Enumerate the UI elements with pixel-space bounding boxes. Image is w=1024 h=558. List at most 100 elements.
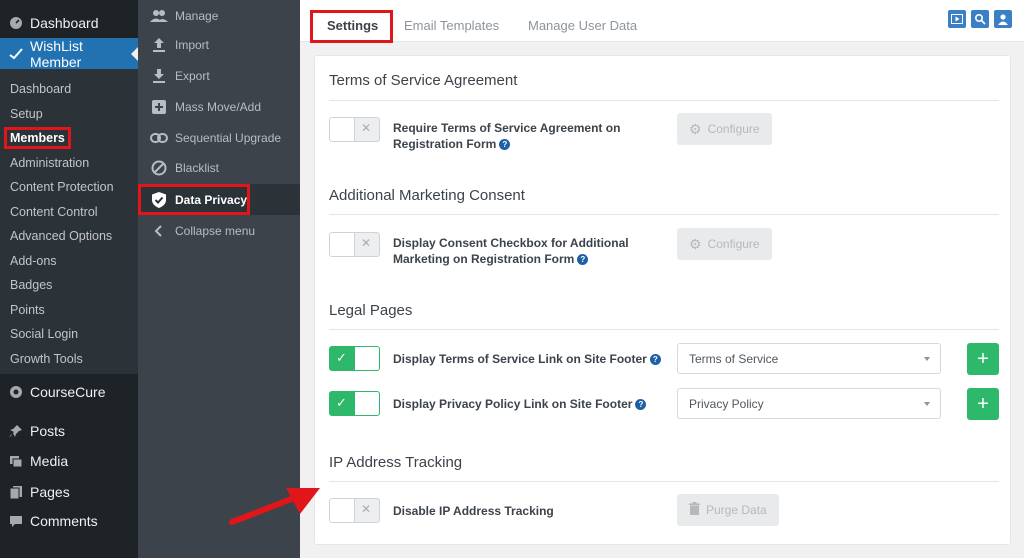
wlm-menu-manage-label: Manage bbox=[175, 8, 219, 23]
submenu-advanced-options[interactable]: Advanced Options bbox=[0, 224, 138, 249]
tos-page-select[interactable]: Terms of Service bbox=[677, 343, 941, 374]
marketing-section-title: Additional Marketing Consent bbox=[329, 187, 525, 204]
privacy-settings-card: Terms of Service Agreement ✕ Require Ter… bbox=[314, 55, 1011, 545]
privacy-page-select[interactable]: Privacy Policy bbox=[677, 388, 941, 419]
wlm-menu-export[interactable]: Export bbox=[138, 60, 300, 91]
wp-menu-pages[interactable]: Pages bbox=[0, 477, 138, 507]
wlm-collapse-menu[interactable]: Collapse menu bbox=[138, 215, 300, 246]
divider bbox=[329, 481, 999, 482]
wp-menu-posts[interactable]: Posts bbox=[0, 416, 138, 446]
wlm-members-menu: Manage Import Export Mass Move/Add Seque… bbox=[138, 0, 300, 558]
check-icon: ✓ bbox=[336, 350, 347, 365]
tos-agreement-label: Require Terms of Service Agreement on Re… bbox=[393, 120, 620, 152]
check-icon: ✓ bbox=[336, 395, 347, 410]
chevron-left-icon bbox=[150, 222, 168, 240]
submenu-setup[interactable]: Setup bbox=[0, 102, 138, 127]
coursecure-icon bbox=[8, 384, 24, 400]
wlm-menu-sequential[interactable]: Sequential Upgrade bbox=[138, 122, 300, 153]
annotation-arrow-icon bbox=[229, 488, 320, 525]
wlm-collapse-menu-label: Collapse menu bbox=[175, 223, 256, 238]
tos-page-select-value: Terms of Service bbox=[689, 352, 779, 366]
wlm-menu-import-label: Import bbox=[175, 37, 210, 52]
wp-menu-wishlist-member[interactable]: WishList Member bbox=[0, 37, 139, 70]
tos-label-line2: Registration Form bbox=[393, 137, 497, 151]
dashboard-icon bbox=[8, 15, 24, 31]
x-icon: ✕ bbox=[360, 121, 371, 135]
wlm-menu-mass-move[interactable]: Mass Move/Add bbox=[138, 91, 300, 122]
tos-label-line1: Require Terms of Service Agreement on bbox=[393, 121, 621, 135]
tab-settings[interactable]: Settings bbox=[327, 18, 378, 33]
tos-footer-toggle[interactable]: ✓ bbox=[329, 346, 380, 371]
tab-manage-user-data[interactable]: Manage User Data bbox=[528, 18, 637, 33]
privacy-footer-toggle[interactable]: ✓ bbox=[329, 391, 380, 416]
help-icon[interactable]: ? bbox=[635, 399, 647, 411]
marketing-consent-toggle[interactable]: ✕ bbox=[329, 232, 380, 257]
privacy-footer-label: Display Privacy Policy Link on Site Foot… bbox=[393, 396, 647, 412]
download-icon bbox=[150, 67, 168, 85]
wlm-menu-sequential-label: Sequential Upgrade bbox=[175, 130, 282, 145]
submenu-content-control[interactable]: Content Control bbox=[0, 200, 138, 225]
chevron-down-icon bbox=[924, 402, 930, 406]
submenu-points[interactable]: Points bbox=[0, 298, 138, 323]
tos-footer-label-text: Display Terms of Service Link on Site Fo… bbox=[393, 352, 647, 366]
wp-menu-dashboard[interactable]: Dashboard bbox=[0, 8, 138, 38]
marketing-consent-label: Display Consent Checkbox for Additional … bbox=[393, 235, 629, 267]
help-icon[interactable]: ? bbox=[649, 354, 661, 366]
wp-menu-wishlist-label: WishList Member bbox=[29, 37, 83, 70]
purge-data-button[interactable]: Purge Data bbox=[677, 494, 779, 526]
header-icons bbox=[948, 10, 1012, 28]
tab-bar: Settings Email Templates Manage User Dat… bbox=[300, 0, 1024, 43]
wp-menu-coursecure[interactable]: CourseCure bbox=[0, 377, 138, 407]
submenu-content-protection[interactable]: Content Protection bbox=[0, 175, 138, 200]
submenu-dashboard[interactable]: Dashboard bbox=[0, 77, 138, 102]
gear-icon: ⚙ bbox=[689, 235, 702, 252]
submenu-add-ons[interactable]: Add-ons bbox=[0, 249, 138, 274]
checkmark-icon bbox=[8, 46, 24, 62]
submenu-badges[interactable]: Badges bbox=[0, 273, 138, 298]
submenu-administration[interactable]: Administration bbox=[0, 151, 138, 176]
wp-menu-media-label: Media bbox=[30, 453, 69, 469]
tab-email-templates[interactable]: Email Templates bbox=[404, 18, 499, 33]
user-profile-icon[interactable] bbox=[994, 10, 1012, 28]
wlm-menu-export-label: Export bbox=[175, 68, 210, 83]
wp-menu-posts-label: Posts bbox=[30, 423, 66, 439]
wlm-menu-mass-move-label: Mass Move/Add bbox=[175, 99, 262, 114]
divider bbox=[329, 100, 999, 101]
tos-configure-label: Configure bbox=[707, 122, 760, 136]
wlm-menu-blacklist-label: Blacklist bbox=[175, 160, 220, 175]
wlm-menu-manage[interactable]: Manage bbox=[138, 0, 300, 31]
legal-section-title: Legal Pages bbox=[329, 302, 413, 319]
ip-tracking-toggle[interactable]: ✕ bbox=[329, 498, 380, 523]
trash-icon bbox=[689, 502, 700, 518]
submenu-social-login[interactable]: Social Login bbox=[0, 322, 138, 347]
gear-icon: ⚙ bbox=[689, 120, 702, 137]
toggle-knob bbox=[330, 233, 355, 256]
pin-icon bbox=[8, 423, 24, 439]
help-search-icon[interactable] bbox=[971, 10, 989, 28]
wp-menu-comments[interactable]: Comments bbox=[0, 506, 138, 536]
x-icon: ✕ bbox=[360, 236, 371, 250]
submenu-growth-tools[interactable]: Growth Tools bbox=[0, 347, 138, 372]
purge-data-label: Purge Data bbox=[706, 503, 767, 517]
wishlist-submenu: Dashboard Setup Members Administration C… bbox=[0, 69, 138, 374]
marketing-configure-button[interactable]: ⚙ Configure bbox=[677, 228, 772, 260]
wlm-menu-data-privacy[interactable]: Data Privacy bbox=[138, 184, 300, 215]
wp-menu-media[interactable]: Media bbox=[0, 446, 138, 476]
toggle-knob bbox=[354, 347, 379, 370]
privacy-footer-label-text: Display Privacy Policy Link on Site Foot… bbox=[393, 397, 633, 411]
add-box-icon bbox=[150, 98, 168, 116]
video-icon[interactable] bbox=[948, 10, 966, 28]
wp-menu-pages-label: Pages bbox=[30, 484, 70, 500]
help-icon[interactable]: ? bbox=[577, 254, 589, 266]
wlm-menu-import[interactable]: Import bbox=[138, 29, 300, 60]
wp-menu-comments-label: Comments bbox=[30, 513, 98, 529]
add-privacy-page-button[interactable]: + bbox=[967, 388, 999, 420]
tos-agreement-toggle[interactable]: ✕ bbox=[329, 117, 380, 142]
help-icon[interactable]: ? bbox=[499, 139, 511, 151]
marketing-label-line1: Display Consent Checkbox for Additional bbox=[393, 236, 629, 250]
submenu-members[interactable]: Members bbox=[0, 126, 138, 151]
add-tos-page-button[interactable]: + bbox=[967, 343, 999, 375]
wlm-menu-blacklist[interactable]: Blacklist bbox=[138, 152, 300, 183]
tos-configure-button[interactable]: ⚙ Configure bbox=[677, 113, 772, 145]
data-privacy-highlight bbox=[138, 184, 250, 215]
